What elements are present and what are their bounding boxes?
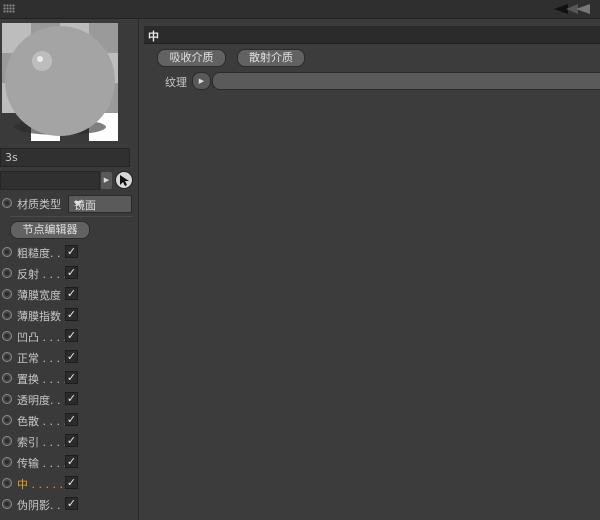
channel-checkbox[interactable]: ✓ [65,287,78,300]
channel-radio[interactable] [2,499,12,509]
channel-checkbox[interactable]: ✓ [65,308,78,321]
triangle-right-icon[interactable]: ▶ [101,172,112,189]
channel-label: 索引 . . . . [17,436,65,449]
left-panel: 3s ▶ 材质类型 镜面 节点编辑器 粗糙度. . . ✓ 反射 . . . . ✓… [0,19,139,520]
channel-checkbox[interactable]: ✓ [65,476,78,489]
channel-checkbox[interactable]: ✓ [65,497,78,510]
channel-item[interactable]: 透明度. . . ✓ [2,389,138,410]
channel-label: 粗糙度. . . [17,247,65,260]
grip-icon[interactable] [3,4,15,13]
channel-radio[interactable] [2,436,12,446]
channel-label: 中 . . . . . . [17,478,65,491]
channel-list: 粗糙度. . . ✓ 反射 . . . . ✓ 薄膜宽度 ✓ 薄膜指数 ✓ 凹凸 . .… [2,242,138,515]
channel-item[interactable]: 凹凸 . . . . ✓ [2,326,138,347]
channel-radio[interactable] [2,478,12,488]
material-type-select[interactable]: 镜面 [68,195,132,213]
channel-radio[interactable] [2,352,12,362]
scattering-medium-button[interactable]: 散射介质 [237,49,305,67]
material-name-field[interactable]: 3s [0,148,130,167]
channel-checkbox[interactable]: ✓ [65,266,78,279]
channel-radio[interactable] [2,457,12,467]
nav-arrows-icon[interactable] [552,3,592,15]
channel-label: 正常 . . . . [17,352,65,365]
channel-item[interactable]: 置换 . . . . ✓ [2,368,138,389]
channel-label: 色散 . . . . [17,415,65,428]
divider [10,216,132,217]
channel-item[interactable]: 索引 . . . . ✓ [2,431,138,452]
channel-label: 反射 . . . . [17,268,65,281]
channel-item-active[interactable]: 中 . . . . . . ✓ [2,473,138,494]
section-header: 中 [144,26,600,44]
right-panel: 中 吸收介质 散射介质 纹理 ▶ [140,19,600,520]
channel-radio[interactable] [2,268,12,278]
top-bar [0,0,600,19]
channel-checkbox[interactable]: ✓ [65,350,78,363]
channel-item[interactable]: 反射 . . . . ✓ [2,263,138,284]
material-name: 3s [5,151,18,164]
channel-item[interactable]: 薄膜宽度 ✓ [2,284,138,305]
section-title: 中 [148,30,159,43]
channel-label: 置换 . . . . [17,373,65,386]
channel-radio[interactable] [2,394,12,404]
channel-label: 凹凸 . . . . [17,331,65,344]
material-type-radio[interactable] [2,198,12,208]
pick-cursor-icon[interactable] [115,171,133,189]
channel-radio[interactable] [2,247,12,257]
channel-label: 薄膜指数 [17,310,61,323]
channel-label: 透明度. . . [17,394,65,407]
absorption-medium-button[interactable]: 吸收介质 [157,49,226,67]
channel-label: 伪阴影. . . [17,499,65,512]
channel-checkbox[interactable]: ✓ [65,329,78,342]
channel-item[interactable]: 正常 . . . . ✓ [2,347,138,368]
channel-checkbox[interactable]: ✓ [65,455,78,468]
material-type-label: 材质类型 [17,198,61,211]
material-preview [2,23,118,141]
channel-checkbox[interactable]: ✓ [65,371,78,384]
channel-checkbox[interactable]: ✓ [65,413,78,426]
channel-item[interactable]: 薄膜指数 ✓ [2,305,138,326]
channel-radio[interactable] [2,331,12,341]
channel-checkbox[interactable]: ✓ [65,392,78,405]
channel-checkbox[interactable]: ✓ [65,434,78,447]
channel-item[interactable]: 伪阴影. . . ✓ [2,494,138,515]
channel-label: 薄膜宽度 [17,289,61,302]
channel-checkbox[interactable]: ✓ [65,245,78,258]
channel-item[interactable]: 色散 . . . . ✓ [2,410,138,431]
channel-item[interactable]: 粗糙度. . . ✓ [2,242,138,263]
texture-slot[interactable] [212,72,600,90]
channel-radio[interactable] [2,373,12,383]
triangle-right-icon[interactable]: ▶ [192,72,211,90]
channel-radio[interactable] [2,415,12,425]
node-editor-button[interactable]: 节点编辑器 [10,221,90,239]
channel-label: 传输 . . . . [17,457,65,470]
texture-label: 纹理 [165,76,187,89]
material-path-field[interactable] [0,171,100,190]
channel-radio[interactable] [2,310,12,320]
channel-radio[interactable] [2,289,12,299]
chevron-down-icon [74,201,82,206]
channel-item[interactable]: 传输 . . . . ✓ [2,452,138,473]
